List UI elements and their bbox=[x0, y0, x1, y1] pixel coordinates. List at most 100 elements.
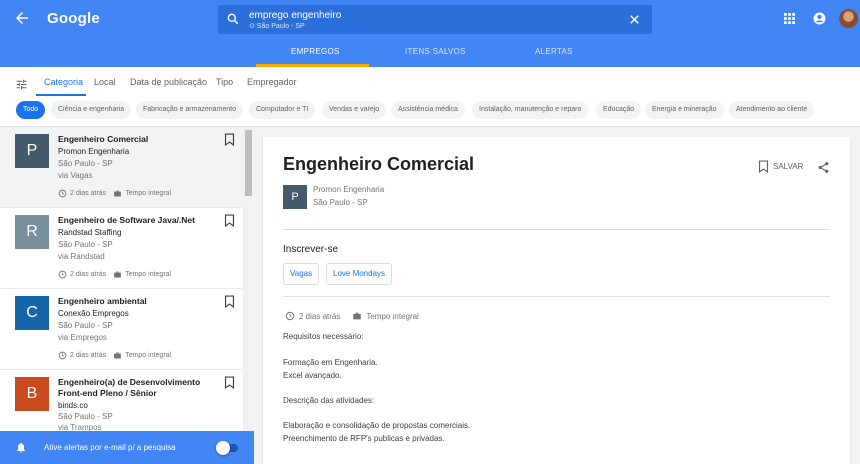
job-type: Tempo integral bbox=[125, 271, 172, 278]
search-input[interactable]: emprego engenheiro bbox=[249, 10, 341, 21]
chip-assistencia-medica[interactable]: Assistência médica bbox=[391, 101, 465, 119]
bookmark-icon bbox=[758, 160, 769, 173]
job-type: Tempo integral bbox=[125, 352, 172, 359]
description-line: Requisitos necessário: bbox=[283, 332, 364, 341]
apply-option-button[interactable]: Vagas bbox=[283, 263, 320, 285]
job-posted: 2 dias atrás bbox=[70, 271, 107, 278]
job-title: Engenheiro(a) de Desenvolvimento Front-e… bbox=[58, 377, 201, 398]
job-location: São Paulo - SP bbox=[58, 412, 113, 421]
top-app-bar: Google emprego engenheiro ⊙ São Paulo - … bbox=[0, 0, 860, 67]
chip-ciencia-engenharia[interactable]: Ciência e engenharia bbox=[51, 101, 132, 119]
job-meta: 2 dias atrás Tempo integral bbox=[58, 270, 171, 279]
job-list: P Engenheiro Comercial Promon Engenharia… bbox=[0, 127, 254, 464]
divider bbox=[283, 229, 830, 230]
job-list-item[interactable]: R Engenheiro de Software Java/.Net Rands… bbox=[0, 208, 243, 289]
job-source: via Empregos bbox=[58, 333, 107, 342]
bookmark-icon[interactable] bbox=[224, 214, 235, 227]
chip-vendas-varejo[interactable]: Vendas e varejo bbox=[322, 101, 387, 119]
filter-tab-data[interactable]: Data de publicação bbox=[130, 77, 207, 87]
detail-posted: 2 dias atrás bbox=[299, 311, 341, 321]
description-line: Elaboração e consolidação de propostas c… bbox=[283, 421, 471, 430]
search-box[interactable]: emprego engenheiro ⊙ São Paulo - SP bbox=[218, 5, 652, 34]
job-title: Engenheiro Comercial bbox=[58, 134, 149, 144]
briefcase-icon bbox=[353, 312, 362, 320]
job-list-item[interactable]: P Engenheiro Comercial Promon Engenharia… bbox=[0, 127, 243, 208]
bookmark-icon[interactable] bbox=[224, 295, 235, 308]
chip-instalacao[interactable]: Instalação, manutenção e reparo bbox=[472, 101, 589, 119]
bookmark-icon[interactable] bbox=[224, 133, 235, 146]
back-arrow-icon[interactable] bbox=[13, 9, 31, 27]
filter-tab-indicator bbox=[36, 94, 86, 96]
chip-computador-ti[interactable]: Computador e TI bbox=[249, 101, 316, 119]
apply-option-button[interactable]: Love Mondays bbox=[326, 263, 393, 285]
toggle-knob bbox=[216, 441, 230, 455]
chip-todo[interactable]: Todo bbox=[16, 101, 46, 119]
clock-icon bbox=[285, 311, 295, 321]
detail-company: Promon Engenharia bbox=[313, 185, 385, 194]
chip-atendimento[interactable]: Atendimento ao cliente bbox=[729, 101, 815, 119]
job-location: São Paulo - SP bbox=[58, 321, 113, 330]
description-line: Descrição das atividades: bbox=[283, 396, 375, 405]
filter-bar: Categoria Local Data de publicação Tipo … bbox=[0, 67, 860, 127]
save-label: SALVAR bbox=[773, 162, 804, 171]
job-posted: 2 dias atrás bbox=[70, 190, 107, 197]
scrollbar-thumb[interactable] bbox=[245, 130, 252, 196]
job-title: Engenheiro de Software Java/.Net bbox=[58, 215, 195, 225]
apply-heading: Inscrever-se bbox=[283, 244, 339, 255]
job-meta: 2 dias atrás Tempo integral bbox=[58, 189, 171, 198]
search-location: ⊙ São Paulo - SP bbox=[249, 23, 305, 30]
job-company: binds.co bbox=[58, 401, 88, 410]
chip-energia-mineracao[interactable]: Energia e mineração bbox=[645, 101, 724, 119]
close-icon[interactable] bbox=[628, 13, 641, 26]
clock-icon bbox=[58, 189, 67, 198]
job-source: via Vagas bbox=[58, 171, 93, 180]
clock-icon bbox=[58, 351, 67, 360]
email-alert-toggle[interactable] bbox=[216, 441, 240, 455]
apps-grid-icon[interactable] bbox=[784, 13, 795, 24]
clock-icon bbox=[58, 270, 67, 279]
filter-tab-empregador[interactable]: Empregador bbox=[247, 77, 297, 87]
tab-empregos[interactable]: EMPREGOS bbox=[291, 47, 340, 56]
description-line: Excel avançado. bbox=[283, 371, 342, 380]
detail-location: São Paulo - SP bbox=[313, 198, 368, 207]
share-icon[interactable] bbox=[817, 161, 830, 174]
filter-tab-categoria[interactable]: Categoria bbox=[44, 77, 83, 87]
tab-itens-salvos[interactable]: ITENS SALVOS bbox=[405, 47, 466, 56]
job-list-item[interactable]: C Engenheiro ambiental Conexão Empregos … bbox=[0, 289, 243, 370]
description-line: Preenchimento de RFP's publicas e privad… bbox=[283, 434, 445, 443]
briefcase-icon bbox=[114, 271, 122, 278]
search-icon[interactable] bbox=[226, 12, 240, 26]
job-detail-panel: Engenheiro Comercial SALVAR P Promon Eng… bbox=[263, 137, 850, 464]
job-posted: 2 dias atrás bbox=[70, 352, 107, 359]
briefcase-icon bbox=[114, 190, 122, 197]
job-company: Promon Engenharia bbox=[58, 147, 130, 156]
account-circle-icon[interactable] bbox=[813, 12, 826, 25]
chip-fabricacao[interactable]: Fabricação e armazenamento bbox=[136, 101, 243, 119]
filter-tab-tipo[interactable]: Tipo bbox=[216, 77, 233, 87]
job-source: via Randstad bbox=[58, 252, 105, 261]
company-logo: P bbox=[15, 134, 49, 168]
job-meta: 2 dias atrás Tempo integral bbox=[58, 351, 171, 360]
chip-educacao[interactable]: Educação bbox=[596, 101, 642, 119]
email-alert-bar: Ative alertas por e-mail p/ a pesquisa bbox=[0, 431, 254, 464]
divider bbox=[283, 296, 830, 297]
job-title: Engenheiro ambiental bbox=[58, 296, 147, 306]
google-logo[interactable]: Google bbox=[47, 10, 100, 27]
company-logo: C bbox=[15, 296, 49, 330]
job-type: Tempo integral bbox=[125, 190, 172, 197]
avatar[interactable] bbox=[839, 9, 858, 28]
save-button[interactable]: SALVAR bbox=[758, 160, 803, 173]
briefcase-icon bbox=[114, 352, 122, 359]
detail-type: Tempo integral bbox=[366, 311, 419, 321]
alert-label: Ative alertas por e-mail p/ a pesquisa bbox=[44, 443, 176, 452]
job-location: São Paulo - SP bbox=[58, 240, 113, 249]
bell-icon bbox=[17, 442, 25, 453]
detail-title: Engenheiro Comercial bbox=[283, 154, 475, 174]
filter-tab-local[interactable]: Local bbox=[94, 77, 116, 87]
tab-alertas[interactable]: ALERTAS bbox=[535, 47, 573, 56]
company-logo: P bbox=[283, 185, 307, 209]
job-location: São Paulo - SP bbox=[58, 159, 113, 168]
tune-icon[interactable] bbox=[15, 78, 28, 91]
bookmark-icon[interactable] bbox=[224, 376, 235, 389]
job-company: Randstad Staffing bbox=[58, 228, 122, 237]
